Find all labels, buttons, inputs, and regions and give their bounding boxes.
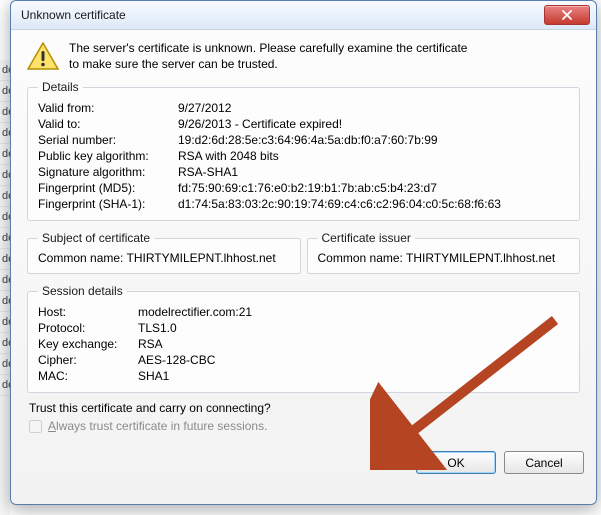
bg-cell: de — [0, 291, 10, 312]
bg-cell: de — [0, 144, 10, 165]
bg-cell: de — [0, 60, 10, 81]
warning-row: The server's certificate is unknown. Ple… — [27, 40, 580, 72]
bg-cell: de — [0, 186, 10, 207]
fp-md5-label: Fingerprint (MD5): — [38, 180, 178, 196]
issuer-group: Certificate issuer Common name: THIRTYMI… — [307, 231, 581, 274]
serial-value: 19:d2:6d:28:5e:c3:64:96:4a:5a:db:f0:a7:6… — [178, 132, 569, 148]
button-row: OK Cancel — [11, 451, 596, 484]
issuer-legend: Certificate issuer — [318, 231, 415, 245]
subject-cn-value: THIRTYMILEPNT.lhhost.net — [127, 251, 276, 265]
always-trust-mnemonic: A — [48, 419, 56, 433]
window-title: Unknown certificate — [21, 8, 544, 22]
always-trust-text: lways trust certificate in future sessio… — [56, 419, 267, 433]
session-legend: Session details — [38, 284, 127, 298]
kex-label: Key exchange: — [38, 336, 138, 352]
fp-sha1-value: d1:74:5a:83:03:2c:90:19:74:69:c4:c6:c2:9… — [178, 196, 569, 212]
always-trust-label: Always trust certificate in future sessi… — [48, 419, 267, 433]
subject-group: Subject of certificate Common name: THIR… — [27, 231, 301, 274]
details-group: Details Valid from:9/27/2012 Valid to:9/… — [27, 80, 580, 221]
cipher-value: AES-128-CBC — [138, 352, 569, 368]
issuer-cn-label: Common name: — [318, 251, 403, 265]
subject-cn-label: Common name: — [38, 251, 123, 265]
host-value: modelrectifier.com:21 — [138, 304, 569, 320]
valid-to-label: Valid to: — [38, 116, 178, 132]
bg-cell: de — [0, 354, 10, 375]
protocol-value: TLS1.0 — [138, 320, 569, 336]
kex-value: RSA — [138, 336, 569, 352]
bg-cell: de — [0, 228, 10, 249]
bg-cell: de — [0, 375, 10, 396]
details-legend: Details — [38, 80, 83, 94]
protocol-label: Protocol: — [38, 320, 138, 336]
serial-label: Serial number: — [38, 132, 178, 148]
mac-value: SHA1 — [138, 368, 569, 384]
host-label: Host: — [38, 304, 138, 320]
valid-from-value: 9/27/2012 — [178, 100, 569, 116]
dialog-window: Unknown certificate The server's certifi… — [10, 0, 597, 505]
warning-message: The server's certificate is unknown. Ple… — [69, 40, 467, 72]
fp-sha1-label: Fingerprint (SHA-1): — [38, 196, 178, 212]
bg-cell: de — [0, 270, 10, 291]
mac-label: MAC: — [38, 368, 138, 384]
issuer-cn-value: THIRTYMILEPNT.lhhost.net — [406, 251, 555, 265]
trust-question: Trust this certificate and carry on conn… — [29, 401, 580, 415]
bg-cell: de — [0, 207, 10, 228]
always-trust-checkbox[interactable] — [29, 420, 42, 433]
cipher-label: Cipher: — [38, 352, 138, 368]
session-group: Session details Host:modelrectifier.com:… — [27, 284, 580, 393]
pka-value: RSA with 2048 bits — [178, 148, 569, 164]
sigalg-value: RSA-SHA1 — [178, 164, 569, 180]
valid-to-value: 9/26/2013 - Certificate expired! — [178, 116, 569, 132]
close-button[interactable] — [544, 5, 590, 25]
subject-legend: Subject of certificate — [38, 231, 154, 245]
bg-cell: de — [0, 165, 10, 186]
bg-cell: de — [0, 81, 10, 102]
warning-message-line2: to make sure the server can be trusted. — [69, 57, 278, 71]
bg-cell: de — [0, 333, 10, 354]
titlebar[interactable]: Unknown certificate — [11, 1, 596, 30]
warning-icon — [27, 42, 59, 70]
bg-cell: de — [0, 123, 10, 144]
cancel-button[interactable]: Cancel — [504, 451, 584, 474]
warning-message-line1: The server's certificate is unknown. Ple… — [69, 41, 467, 55]
close-icon — [562, 10, 572, 20]
ok-button[interactable]: OK — [416, 451, 496, 474]
bg-cell: de — [0, 249, 10, 270]
valid-from-label: Valid from: — [38, 100, 178, 116]
fp-md5-value: fd:75:90:69:c1:76:e0:b2:19:b1:7b:ab:c5:b… — [178, 180, 569, 196]
bg-cell: de — [0, 312, 10, 333]
sigalg-label: Signature algorithm: — [38, 164, 178, 180]
bg-cell: de — [0, 102, 10, 123]
pka-label: Public key algorithm: — [38, 148, 178, 164]
